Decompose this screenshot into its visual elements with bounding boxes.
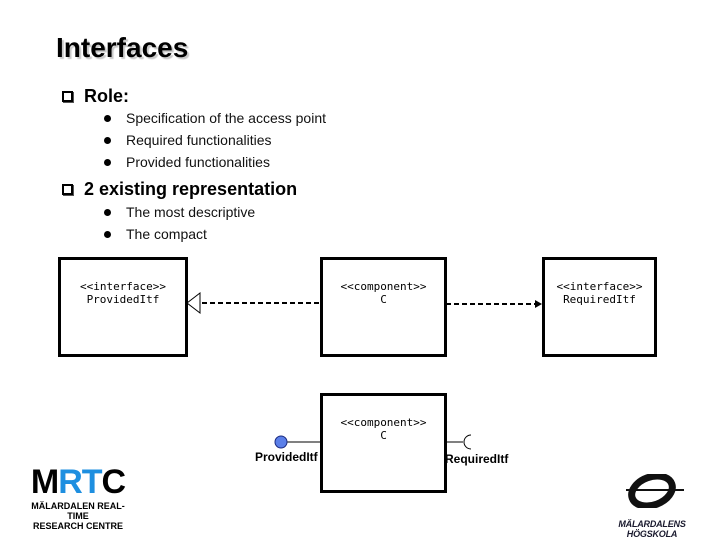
arrowhead-icon: [535, 300, 542, 308]
component-text: <<component>> C: [323, 280, 444, 306]
mrtc-logo: MRTC MÄLARDALEN REAL-TIME RESEARCH CENTR…: [30, 463, 127, 531]
interface-name: ProvidedItf: [86, 293, 160, 306]
mdh-wordmark: MÄLARDALENS HÖGSKOLA: [618, 519, 686, 539]
mrtc-subtitle: MÄLARDALEN REAL-TIME RESEARCH CENTRE: [30, 501, 126, 531]
provided-interface-lollipop-icon: [274, 435, 288, 449]
mrtc-subtitle-line: MÄLARDALEN REAL-TIME: [31, 501, 125, 521]
component-name: C: [380, 429, 387, 442]
mrtc-letter-m: M: [30, 463, 59, 501]
stereotype-label: <<interface>>: [556, 280, 643, 293]
mdh-emblem-icon: [626, 472, 684, 510]
compact-component-text: <<component>> C: [323, 416, 444, 442]
mdh-logo: MÄLARDALENS HÖGSKOLA: [596, 472, 708, 539]
hollow-triangle-arrow-icon: [186, 291, 201, 315]
required-interface-box[interactable]: <<interface>> RequiredItf: [542, 257, 657, 357]
mrtc-letters-rt: RT: [58, 463, 102, 501]
interface-name: RequiredItf: [563, 293, 636, 306]
required-interface-text: <<interface>> RequiredItf: [545, 280, 654, 306]
stereotype-label: <<component>>: [340, 416, 427, 429]
required-interface-label: RequiredItf: [445, 452, 509, 466]
mrtc-wordmark: MRTC: [30, 463, 127, 501]
mrtc-letter-c: C: [101, 463, 127, 501]
provided-interface-box[interactable]: <<interface>> ProvidedItf: [58, 257, 188, 357]
stereotype-label: <<interface>>: [79, 280, 167, 293]
component-box[interactable]: <<component>> C: [320, 257, 447, 357]
required-interface-socket-icon: [463, 434, 472, 450]
stereotype-label: <<component>>: [340, 280, 427, 293]
component-name: C: [380, 293, 387, 306]
provided-interface-label: ProvidedItf: [255, 450, 318, 464]
provided-interface-text: <<interface>> ProvidedItf: [61, 280, 185, 306]
compact-component-box[interactable]: <<component>> C: [320, 393, 447, 493]
mrtc-subtitle-line: RESEARCH CENTRE: [32, 521, 123, 531]
